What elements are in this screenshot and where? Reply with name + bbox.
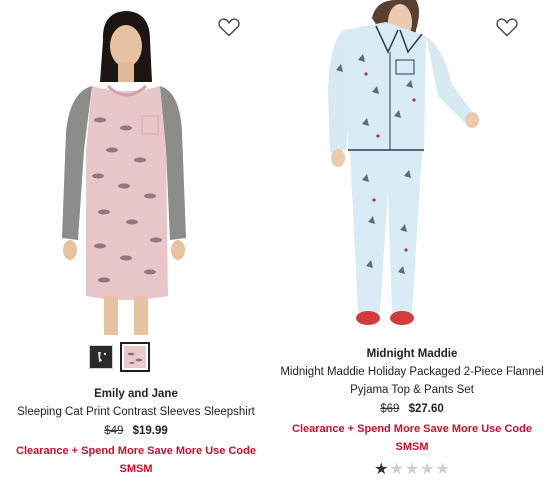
product-brand: Midnight Maddie: [366, 348, 458, 360]
swatch-black[interactable]: [89, 345, 113, 369]
price-row: $69 $27.60: [276, 400, 548, 418]
promo-text: Clearance + Spend More Save More Use Cod…: [16, 445, 256, 475]
product-card[interactable]: Midnight Maddie Midnight Maddie Holiday …: [276, 0, 548, 485]
star-icon: ★: [435, 461, 450, 478]
sale-price: $27.60: [408, 403, 444, 415]
product-image[interactable]: [276, 0, 548, 335]
product-brand: Emily and Jane: [94, 388, 178, 400]
product-info: Emily and Jane Sleeping Cat Print Contra…: [0, 385, 272, 478]
original-price: $49: [104, 425, 124, 437]
product-image[interactable]: [0, 0, 272, 335]
swatch-pink[interactable]: [120, 342, 150, 372]
product-card[interactable]: Emily and Jane Sleeping Cat Print Contra…: [0, 0, 272, 485]
swatch-pattern-icon: [98, 352, 107, 362]
pyjama-model-image: [328, 0, 479, 325]
star-icon: ★: [420, 461, 435, 478]
star-icon: ★: [404, 461, 420, 478]
star-icon: ★: [389, 461, 404, 478]
price-row: $49 $19.99: [0, 422, 272, 440]
star-rating[interactable]: ★ ★ ★ ★ ★: [276, 462, 548, 478]
promo-text: Clearance + Spend More Save More Use Cod…: [292, 423, 532, 453]
sale-price: $19.99: [132, 425, 168, 437]
product-title[interactable]: Sleeping Cat Print Contrast Sleeves Slee…: [0, 403, 272, 421]
product-title[interactable]: Midnight Maddie Holiday Packaged 2-Piece…: [276, 363, 548, 399]
star-icon: ★: [374, 461, 389, 478]
product-info: Midnight Maddie Midnight Maddie Holiday …: [276, 345, 548, 478]
wishlist-heart-icon[interactable]: [495, 15, 519, 39]
sleepshirt-model-image: [62, 11, 186, 335]
product-grid: Emily and Jane Sleeping Cat Print Contra…: [0, 0, 548, 485]
swatch-pattern-icon: [127, 352, 143, 364]
original-price: $69: [380, 403, 400, 415]
wishlist-heart-icon[interactable]: [217, 15, 241, 39]
color-swatches: [89, 342, 150, 373]
